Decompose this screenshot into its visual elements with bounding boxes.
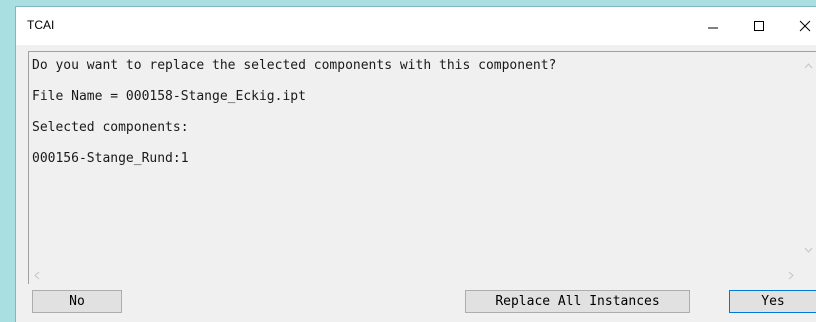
close-icon bbox=[799, 20, 811, 32]
minimize-button[interactable] bbox=[690, 7, 736, 45]
no-button[interactable]: No bbox=[32, 290, 122, 313]
question-text: Do you want to replace the selected comp… bbox=[32, 58, 557, 73]
maximize-icon bbox=[754, 21, 764, 31]
replace-all-instances-button[interactable]: Replace All Instances bbox=[465, 290, 690, 313]
yes-button[interactable]: Yes bbox=[729, 290, 816, 313]
maximize-button[interactable] bbox=[736, 7, 782, 45]
title-bar[interactable]: TCAI bbox=[16, 7, 816, 45]
vertical-scroll-arrows-icon bbox=[804, 63, 813, 253]
horizontal-scroll-arrows-icon bbox=[34, 271, 794, 280]
file-name-text: File Name = 000158-Stange_Eckig.ipt bbox=[32, 89, 306, 104]
vertical-scrollbar[interactable] bbox=[800, 52, 816, 264]
minimize-icon bbox=[708, 27, 718, 29]
selected-components-label: Selected components: bbox=[32, 120, 189, 135]
message-textbox[interactable]: Do you want to replace the selected comp… bbox=[28, 51, 816, 284]
window-title: TCAI bbox=[27, 18, 55, 32]
selected-component-item: 000156-Stange_Rund:1 bbox=[32, 151, 189, 166]
dialog-window: TCAI Do you want to replace the selected… bbox=[15, 6, 816, 322]
horizontal-scrollbar[interactable] bbox=[29, 267, 801, 284]
close-button[interactable] bbox=[782, 7, 816, 45]
